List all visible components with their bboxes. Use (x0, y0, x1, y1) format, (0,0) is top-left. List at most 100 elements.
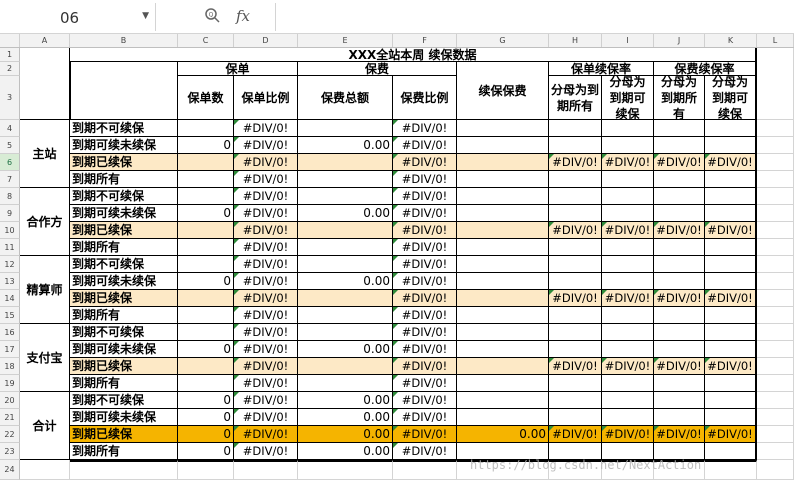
row-header[interactable]: 6 (0, 154, 20, 171)
baodan-shu-cell[interactable] (178, 171, 234, 188)
xubaolv-cell[interactable]: #DIV/0! (705, 426, 757, 443)
baofei-zonge-cell[interactable]: 0.00 (298, 205, 393, 222)
xubao-baofei-cell[interactable] (457, 307, 549, 324)
column-header[interactable]: L (757, 34, 794, 47)
xubaolv-cell[interactable] (549, 307, 602, 324)
xubaolv-cell[interactable] (654, 324, 705, 341)
baodan-shu-cell[interactable]: 0 (178, 443, 234, 460)
row-header[interactable]: 9 (0, 205, 20, 222)
baofei-bili-cell[interactable]: #DIV/0! (393, 358, 457, 375)
row-header[interactable]: 21 (0, 409, 20, 426)
baodan-shu-cell[interactable]: 0 (178, 409, 234, 426)
row-header[interactable]: 12 (0, 256, 20, 273)
xubaolv-cell[interactable] (549, 256, 602, 273)
cell-l[interactable] (757, 239, 794, 256)
xubao-baofei-cell[interactable] (457, 188, 549, 205)
baodan-bili-cell[interactable]: #DIV/0! (234, 188, 298, 205)
baodan-shu-cell[interactable]: 0 (178, 273, 234, 290)
xubaolv-cell[interactable] (654, 307, 705, 324)
cell-l[interactable] (757, 256, 794, 273)
baodan-shu-cell[interactable] (178, 239, 234, 256)
cell-l[interactable] (757, 324, 794, 341)
xubao-baofei-cell[interactable] (457, 137, 549, 154)
baofei-zonge-cell[interactable] (298, 307, 393, 324)
row-header[interactable]: 18 (0, 358, 20, 375)
xubaolv-cell[interactable]: #DIV/0! (654, 290, 705, 307)
baodan-bili-cell[interactable]: #DIV/0! (234, 426, 298, 443)
row-label[interactable]: 到期可续未续保 (70, 137, 178, 154)
header-baodan-xubaolv[interactable]: 保单续保率 (549, 62, 654, 76)
cell-l[interactable] (757, 205, 794, 222)
row-label[interactable]: 到期不可续保 (70, 188, 178, 205)
xubaolv-cell[interactable] (654, 205, 705, 222)
baodan-shu-cell[interactable] (178, 358, 234, 375)
cell-empty[interactable] (757, 460, 794, 480)
row-header[interactable]: 3 (0, 76, 20, 120)
row-label[interactable]: 到期所有 (70, 171, 178, 188)
xubaolv-cell[interactable] (602, 205, 654, 222)
cell-l[interactable] (757, 188, 794, 205)
xubaolv-cell[interactable] (654, 239, 705, 256)
baofei-bili-cell[interactable]: #DIV/0! (393, 239, 457, 256)
xubao-baofei-cell[interactable] (457, 205, 549, 222)
row-header[interactable]: 2 (0, 62, 20, 76)
cell-empty[interactable] (178, 460, 234, 480)
baofei-zonge-cell[interactable] (298, 324, 393, 341)
xubaolv-cell[interactable]: #DIV/0! (549, 222, 602, 239)
baodan-bili-cell[interactable]: #DIV/0! (234, 120, 298, 137)
baodan-bili-cell[interactable]: #DIV/0! (234, 171, 298, 188)
baodan-bili-cell[interactable]: #DIV/0! (234, 154, 298, 171)
xubaolv-cell[interactable]: #DIV/0! (654, 426, 705, 443)
xubaolv-cell[interactable]: #DIV/0! (654, 358, 705, 375)
cell-l[interactable] (757, 290, 794, 307)
row-header[interactable]: 10 (0, 222, 20, 239)
baodan-shu-cell[interactable]: 0 (178, 392, 234, 409)
header-baodan[interactable]: 保单 (178, 62, 298, 76)
group-label[interactable]: 主站 (20, 120, 70, 188)
row-label[interactable]: 到期不可续保 (70, 120, 178, 137)
row-header[interactable]: 4 (0, 120, 20, 137)
baofei-zonge-cell[interactable]: 0.00 (298, 341, 393, 358)
row-label[interactable]: 到期不可续保 (70, 392, 178, 409)
row-label[interactable]: 到期所有 (70, 375, 178, 392)
baofei-bili-cell[interactable]: #DIV/0! (393, 256, 457, 273)
cell-l[interactable] (757, 48, 794, 120)
row-header[interactable]: 8 (0, 188, 20, 205)
header-j-sub[interactable]: 分母为到期所有 (654, 76, 705, 120)
group-label[interactable]: 精算师 (20, 256, 70, 324)
baodan-bili-cell[interactable]: #DIV/0! (234, 358, 298, 375)
row-label[interactable]: 到期所有 (70, 239, 178, 256)
baodan-shu-cell[interactable] (178, 120, 234, 137)
group-label[interactable]: 合计 (20, 392, 70, 460)
baodan-shu-cell[interactable] (178, 324, 234, 341)
baodan-bili-cell[interactable]: #DIV/0! (234, 392, 298, 409)
baodan-shu-cell[interactable] (178, 222, 234, 239)
xubaolv-cell[interactable]: #DIV/0! (654, 154, 705, 171)
xubaolv-cell[interactable] (654, 409, 705, 426)
xubaolv-cell[interactable] (549, 392, 602, 409)
xubaolv-cell[interactable] (602, 120, 654, 137)
cell-l[interactable] (757, 307, 794, 324)
row-header[interactable]: 24 (0, 460, 20, 480)
row-label[interactable]: 到期已续保 (70, 426, 178, 443)
row-header[interactable]: 5 (0, 137, 20, 154)
cell-l[interactable] (757, 171, 794, 188)
row-label[interactable]: 到期已续保 (70, 222, 178, 239)
xubaolv-cell[interactable] (654, 273, 705, 290)
baodan-shu-cell[interactable] (178, 290, 234, 307)
row-header[interactable]: 23 (0, 443, 20, 460)
baofei-zonge-cell[interactable] (298, 358, 393, 375)
row-label[interactable]: 到期可续未续保 (70, 341, 178, 358)
baodan-shu-cell[interactable]: 0 (178, 341, 234, 358)
header-k-sub[interactable]: 分母为到期可续保 (705, 76, 757, 120)
name-box[interactable]: 06 ▼ (0, 3, 156, 31)
baodan-bili-cell[interactable]: #DIV/0! (234, 137, 298, 154)
xubaolv-cell[interactable]: #DIV/0! (705, 222, 757, 239)
xubaolv-cell[interactable] (549, 171, 602, 188)
baofei-bili-cell[interactable]: #DIV/0! (393, 273, 457, 290)
row-label[interactable]: 到期所有 (70, 307, 178, 324)
baofei-bili-cell[interactable]: #DIV/0! (393, 137, 457, 154)
xubao-baofei-cell[interactable] (457, 392, 549, 409)
baodan-bili-cell[interactable]: #DIV/0! (234, 256, 298, 273)
xubaolv-cell[interactable]: #DIV/0! (549, 154, 602, 171)
